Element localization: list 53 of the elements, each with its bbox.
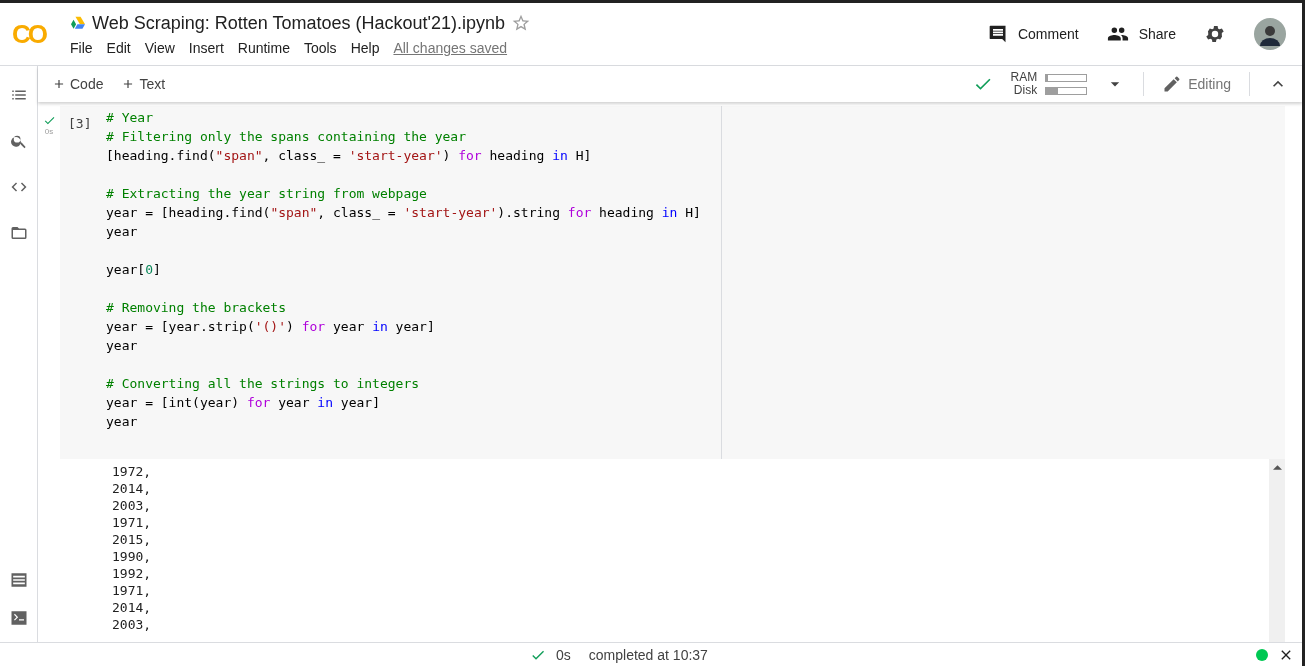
plus-icon [52, 77, 66, 91]
menu-item[interactable]: Runtime [237, 39, 290, 56]
resource-label: RAM [1010, 71, 1038, 84]
code-line: year[0] [106, 261, 162, 279]
menu-item[interactable]: File [70, 39, 93, 56]
avatar[interactable] [1254, 18, 1286, 50]
status-message: completed at 10:37 [588, 646, 708, 663]
code-line: year [106, 337, 139, 355]
output-line: 1971, [112, 582, 153, 599]
run-duration: 0s [556, 646, 571, 663]
code-line: year [106, 413, 139, 431]
output-line: 2003, [112, 616, 153, 633]
settings-icon[interactable] [1204, 23, 1226, 45]
code-line: [heading.find("span", class_ = 'start-year') for heading in H] [106, 147, 593, 165]
resource-label: Disk [1012, 84, 1038, 97]
code-line: # Extracting the year string from webpage [106, 185, 428, 203]
code-cell[interactable] [60, 106, 1285, 459]
add-cell-button[interactable]: Text [121, 76, 166, 92]
output-line: 2014, [112, 599, 153, 616]
code-line: # Year [106, 109, 154, 127]
code-line: year = [heading.find("span", class_ = 'start-year').string for heading in H] [106, 204, 702, 222]
menu-item[interactable]: Insert [188, 39, 224, 56]
output-line: 1972, [112, 463, 153, 480]
code-line: year [106, 223, 139, 241]
code-line: # Converting all the strings to integers [106, 375, 421, 393]
menu-item[interactable]: Help [350, 39, 380, 56]
menu-item[interactable]: Tools [303, 39, 337, 56]
output-line: 1990, [112, 548, 153, 565]
output-line: 1971, [112, 514, 153, 531]
code-line: # Filtering only the spans containing the year [106, 128, 468, 146]
check-icon[interactable] [42, 114, 56, 127]
output-line: 2014, [112, 480, 153, 497]
menu-item[interactable]: Edit [106, 39, 131, 56]
menu-item[interactable]: View [144, 39, 175, 56]
code-line: # Removing the brackets [106, 299, 287, 317]
folder-icon[interactable] [9, 224, 28, 242]
notebook-title[interactable]: Web Scraping: Rotten Tomatoes (Hackout'21).ipynb [92, 12, 505, 34]
scroll-up-icon[interactable] [1272, 465, 1282, 470]
editing-button[interactable]: Editing [1162, 74, 1231, 94]
output-line: 2003, [112, 497, 153, 514]
run-duration: 0s [44, 127, 54, 136]
code-line: year = [int(year) for year in year] [106, 394, 381, 412]
execution-count: [3] [67, 115, 93, 133]
output-line: 2015, [112, 531, 153, 548]
add-cell-button[interactable]: Code [52, 76, 104, 92]
comment-icon [987, 24, 1008, 44]
share-button[interactable]: Share [1106, 23, 1176, 45]
save-status-link[interactable]: All changes saved [393, 39, 508, 56]
comment-button[interactable]: Comment [987, 24, 1079, 44]
output-line: 1992, [112, 565, 153, 582]
drive-icon[interactable] [70, 16, 86, 30]
star-icon[interactable] [511, 13, 531, 33]
code-line: year = [year.strip('()') for year in year] [106, 318, 436, 336]
